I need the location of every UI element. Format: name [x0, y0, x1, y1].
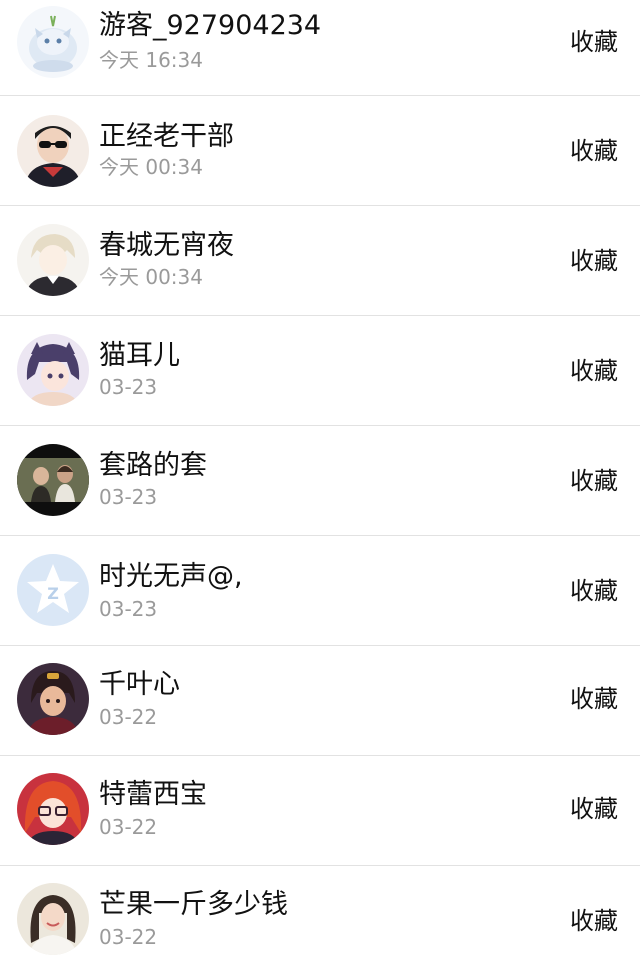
message-time: 03-23 [99, 375, 158, 399]
anime-boy-avatar-icon[interactable] [17, 224, 89, 296]
user-name: 套路的套 [99, 450, 207, 481]
favorite-button[interactable]: 收藏 [570, 906, 618, 936]
list-item[interactable]: 正经老干部 今天 00:34 收藏 [0, 96, 640, 206]
svg-text:Z: Z [47, 584, 59, 603]
list-item[interactable]: 套路的套 03-23 收藏 [0, 426, 640, 536]
list-item[interactable]: 千叶心 03-22 收藏 [0, 646, 640, 756]
favorite-button[interactable]: 收藏 [570, 27, 618, 57]
user-name: 特蕾西宝 [99, 779, 207, 810]
favorite-button[interactable]: 收藏 [570, 246, 618, 276]
list-item[interactable]: 游客_927904234 今天 16:34 收藏 [0, 0, 640, 96]
message-time: 今天 00:34 [99, 155, 203, 179]
red-hair-anime-avatar-icon[interactable] [17, 773, 89, 845]
person-sunglasses-avatar-icon[interactable] [17, 115, 89, 187]
user-name: 猫耳儿 [99, 340, 180, 371]
cartoon-dragon-avatar-icon[interactable] [17, 6, 89, 78]
favorite-button[interactable]: 收藏 [570, 684, 618, 714]
favorite-button[interactable]: 收藏 [570, 466, 618, 496]
anime-girl-avatar-icon[interactable] [17, 334, 89, 406]
default-star-avatar-icon[interactable]: Z [17, 554, 89, 626]
user-name: 千叶心 [99, 669, 180, 700]
message-time: 03-22 [99, 925, 158, 949]
user-name: 芒果一斤多少钱 [99, 889, 288, 920]
message-time: 今天 16:34 [99, 48, 203, 72]
list-item[interactable]: 特蕾西宝 03-22 收藏 [0, 756, 640, 866]
user-name: 时光无声@, [99, 561, 243, 592]
favorite-button[interactable]: 收藏 [570, 794, 618, 824]
user-name: 春城无宵夜 [99, 230, 234, 261]
message-time: 03-22 [99, 815, 158, 839]
favorite-button[interactable]: 收藏 [570, 136, 618, 166]
favorite-button[interactable]: 收藏 [570, 356, 618, 386]
friend-list: 游客_927904234 今天 16:34 收藏 正经老干部 今天 00:34 … [0, 0, 640, 968]
list-item[interactable]: Z 时光无声@, 03-23 收藏 [0, 536, 640, 646]
movie-still-avatar-icon[interactable] [17, 444, 89, 516]
user-name: 正经老干部 [99, 121, 234, 152]
message-time: 03-23 [99, 597, 158, 621]
message-time: 03-22 [99, 705, 158, 729]
game-character-avatar-icon[interactable] [17, 663, 89, 735]
list-item[interactable]: 春城无宵夜 今天 00:34 收藏 [0, 206, 640, 316]
woman-portrait-avatar-icon[interactable] [17, 883, 89, 955]
list-item[interactable]: 芒果一斤多少钱 03-22 收藏 [0, 866, 640, 968]
favorite-button[interactable]: 收藏 [570, 576, 618, 606]
message-time: 03-23 [99, 485, 158, 509]
user-name: 游客_927904234 [99, 10, 322, 41]
list-item[interactable]: 猫耳儿 03-23 收藏 [0, 316, 640, 426]
message-time: 今天 00:34 [99, 265, 203, 289]
